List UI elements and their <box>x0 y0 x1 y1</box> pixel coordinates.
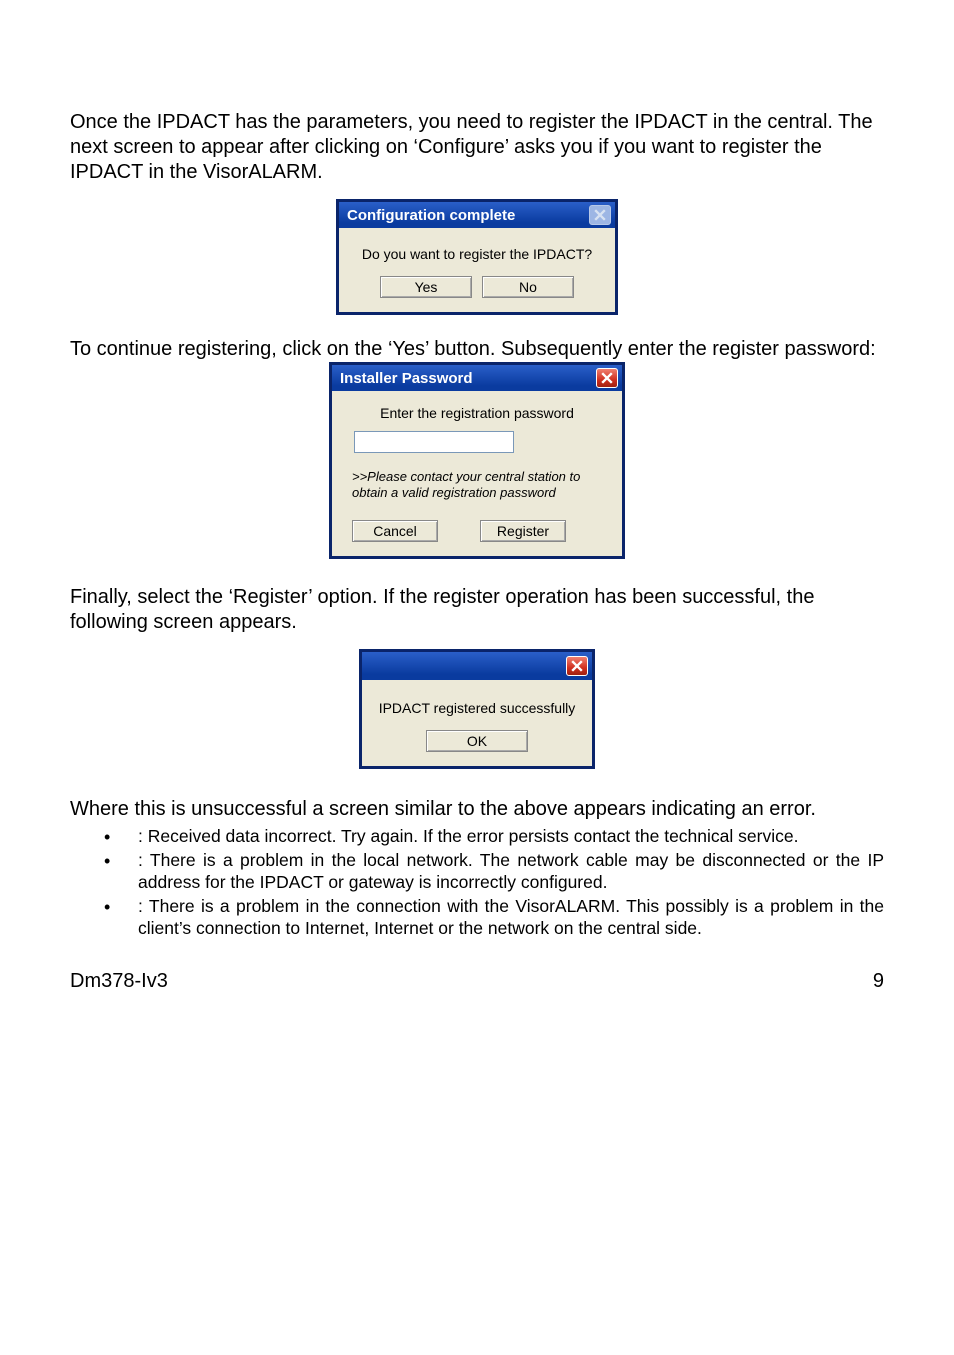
registration-password-input[interactable] <box>354 431 514 453</box>
ok-button[interactable]: OK <box>426 730 528 752</box>
dialog2-titlebar: Installer Password <box>332 365 622 391</box>
dialog3-titlebar <box>362 652 592 680</box>
dialog1-question: Do you want to register the IPDACT? <box>353 246 601 262</box>
dialog2-label: Enter the registration password <box>346 405 608 421</box>
dialog2-title: Installer Password <box>340 370 473 387</box>
dialog1-titlebar: Configuration complete <box>339 202 615 228</box>
footer-doc-ref: Dm378-Iv3 <box>70 970 168 993</box>
dialog1-title: Configuration complete <box>347 207 515 224</box>
paragraph-3: Finally, select the ‘Register’ option. I… <box>70 585 884 635</box>
yes-button[interactable]: Yes <box>380 276 472 298</box>
close-icon[interactable] <box>596 368 618 388</box>
no-button[interactable]: No <box>482 276 574 298</box>
register-button[interactable]: Register <box>480 520 566 542</box>
dialog-registered-success: IPDACT registered successfully OK <box>359 649 595 769</box>
paragraph-1: Once the IPDACT has the parameters, you … <box>70 110 884 185</box>
dialog2-hint: >>Please contact your central station to… <box>346 469 608 500</box>
footer-page-number: 9 <box>873 970 884 993</box>
error-bullet-1: : Received data incorrect. Try again. If… <box>104 826 884 848</box>
dialog-installer-password: Installer Password Enter the registratio… <box>329 362 625 559</box>
paragraph-4: Where this is unsuccessful a screen simi… <box>70 797 884 822</box>
dialog-configuration-complete: Configuration complete Do you want to re… <box>336 199 618 315</box>
close-icon[interactable] <box>566 656 588 676</box>
dialog3-message: IPDACT registered successfully <box>376 700 578 716</box>
paragraph-2: To continue registering, click on the ‘Y… <box>70 337 884 362</box>
error-bullet-3: : There is a problem in the connection w… <box>104 896 884 940</box>
close-icon <box>589 205 611 225</box>
cancel-button[interactable]: Cancel <box>352 520 438 542</box>
error-bullet-2: : There is a problem in the local networ… <box>104 850 884 894</box>
